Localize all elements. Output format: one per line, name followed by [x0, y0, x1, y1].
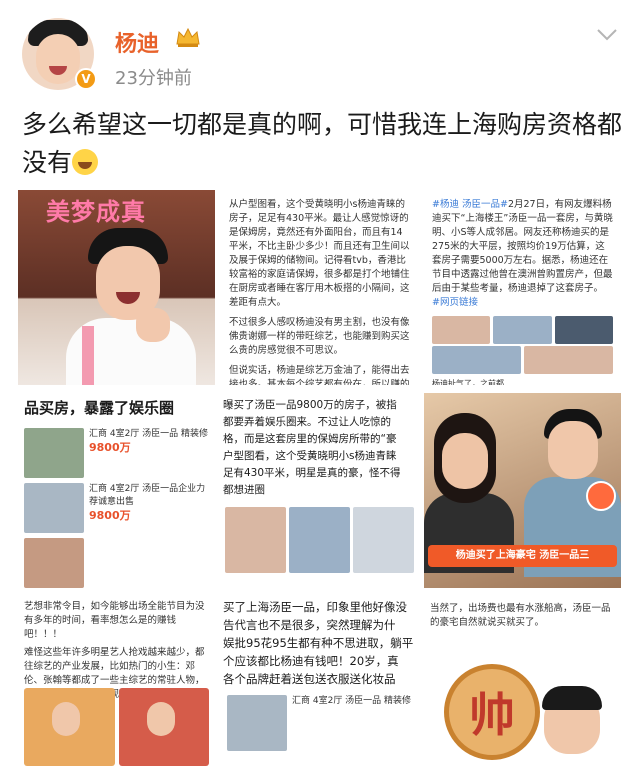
image-grid: 美梦成真 从户型图看，这个受黄晓明小s杨迪青睐的房子，足足有430平米。最让人感…: [18, 190, 622, 771]
hashtag: #杨迪 汤臣一品#: [432, 199, 508, 210]
chevron-down-icon[interactable]: [596, 28, 618, 42]
screenshot-line: 都想进圈: [223, 484, 265, 496]
wall-sign-text: 美梦成真: [46, 198, 146, 226]
screenshot-line: 娱批95花95生都有种不思进取，躺平: [223, 636, 414, 650]
crown-icon: [176, 27, 200, 47]
thumbnail-strip: [24, 688, 209, 766]
image-9[interactable]: 当然了，出场费也最有水涨船高，汤臣一品的豪宅自然就说买就买了。 帅: [424, 596, 621, 771]
image-3[interactable]: #杨迪 汤臣一品#2月27日，有网友爆料杨迪买下“上海楼王”汤臣一品一套房，与黄…: [424, 190, 621, 385]
screenshot-line: 告代言也不是很多，突然理解为什: [223, 618, 396, 632]
thumbnail-strip: [432, 316, 613, 344]
listing-price: 9800万: [89, 441, 131, 454]
image-8[interactable]: 买了上海汤臣一品，印象里他好像没 告代言也不是很多，突然理解为什 娱批95花95…: [221, 596, 418, 771]
laughing-tears-emoji-icon: [72, 149, 99, 175]
screenshot-headline: 品买房，暴露了娱乐圈: [24, 399, 175, 417]
article-paragraph: 艺想非常令目，如今能够出场全能节目为没有多年的时间，看率想怎么是的赚钱吧！！！: [24, 601, 205, 640]
screenshot-line: 格，而是这套房里的保姆房所带的“豪: [223, 433, 397, 445]
thumbnail-strip: [432, 346, 613, 374]
screenshot-line: 各个品牌赶着送包送衣服送化妆品: [223, 672, 396, 686]
listing-title: 汇商 4室2厅 汤臣一品 精装修: [292, 696, 412, 706]
listing-card: 汇商 4室2厅 汤臣一品企业力荐诚意出售 9800万: [24, 483, 209, 533]
chess-piece: 帅: [444, 664, 540, 760]
listing-card: 汇商 4室2厅 汤臣一品 精装修: [227, 695, 412, 751]
listing-price: 9800万: [89, 509, 131, 522]
listing-card: [24, 538, 209, 588]
listing-card: 汇商 4室2厅 汤臣一品 精装修 9800万: [24, 428, 209, 478]
video-banner: 杨迪买了上海豪宅 汤臣一品三: [428, 545, 617, 567]
article-paragraph: 从户型图看，这个受黄晓明小s杨迪青睐的房子，足足有430平米。最让人感觉惊讶的是…: [229, 199, 410, 308]
image-6[interactable]: 杨迪买了上海豪宅 汤臣一品三: [424, 393, 621, 588]
article-paragraph: 但说实话，杨迪是综艺万金油了，能得出去接也多。基本每个综艺都有份在，所以赚的不少…: [229, 365, 410, 385]
article-paragraph: 当然了，出场费也最有水涨船高，汤臣一品的豪宅自然就说买就买了。: [430, 603, 611, 628]
post-header: V 杨迪 23分钟前: [0, 0, 640, 100]
image-5[interactable]: 曝买了汤臣一品9800万的房子，被指 都要弄着娱乐圈来。不过让人吃惊的 格，而是…: [221, 393, 418, 588]
listing-title: 汇商 4室2厅 汤臣一品 精装修: [89, 429, 209, 439]
post-timestamp: 23分钟前: [115, 68, 192, 89]
screenshot-line: 个应该都比杨迪有钱吧！20岁，真: [223, 654, 399, 668]
thumbnail-strip: [225, 507, 414, 573]
image-1[interactable]: 美梦成真: [18, 190, 215, 385]
image-4[interactable]: 品买房，暴露了娱乐圈 汇商 4室2厅 汤臣一品 精装修 9800万 汇商 4室2…: [18, 393, 215, 588]
screenshot-line: 足有430平米，明星是真的豪，怪不得: [223, 467, 401, 479]
image-2[interactable]: 从户型图看，这个受黄晓明小s杨迪青睐的房子，足足有430平米。最让人感觉惊讶的是…: [221, 190, 418, 385]
article-paragraph: 不过很多人感叹杨迪没有男主割，也没有像佛贵谢娜一样的带旺综艺，也能赚到购买这么贵…: [229, 317, 410, 356]
screenshot-line: 都要弄着娱乐圈来。不过让人吃惊的: [223, 416, 391, 428]
mascot-icon: [586, 481, 616, 511]
post-text-content: 多么希望这一切都是真的啊，可惜我连上海购房资格都没有: [22, 110, 623, 177]
post-text: 多么希望这一切都是真的啊，可惜我连上海购房资格都没有: [22, 106, 622, 182]
image-7[interactable]: 艺想非常令目，如今能够出场全能节目为没有多年的时间，看率想怎么是的赚钱吧！！！ …: [18, 596, 215, 771]
username[interactable]: 杨迪: [115, 26, 159, 58]
thumbnail-caption: 杨迪扯气了，之前都: [432, 379, 504, 385]
screenshot-line: 买了上海汤臣一品，印象里他好像没: [223, 600, 407, 614]
listing-title: 汇商 4室2厅 汤臣一品企业力荐诚意出售: [89, 484, 206, 507]
screenshot-line: 曝买了汤臣一品9800万的房子，被指: [223, 399, 397, 411]
web-link: #网页链接: [432, 297, 478, 308]
article-paragraph: 2月27日，有网友爆料杨迪买下“上海楼王”汤臣一品一套房，与黄晓明、小S等人成邻…: [432, 199, 613, 294]
verified-badge-icon: V: [75, 68, 97, 90]
screenshot-line: 户型图看，这个受黄晓明小s杨迪青睐: [223, 450, 397, 462]
